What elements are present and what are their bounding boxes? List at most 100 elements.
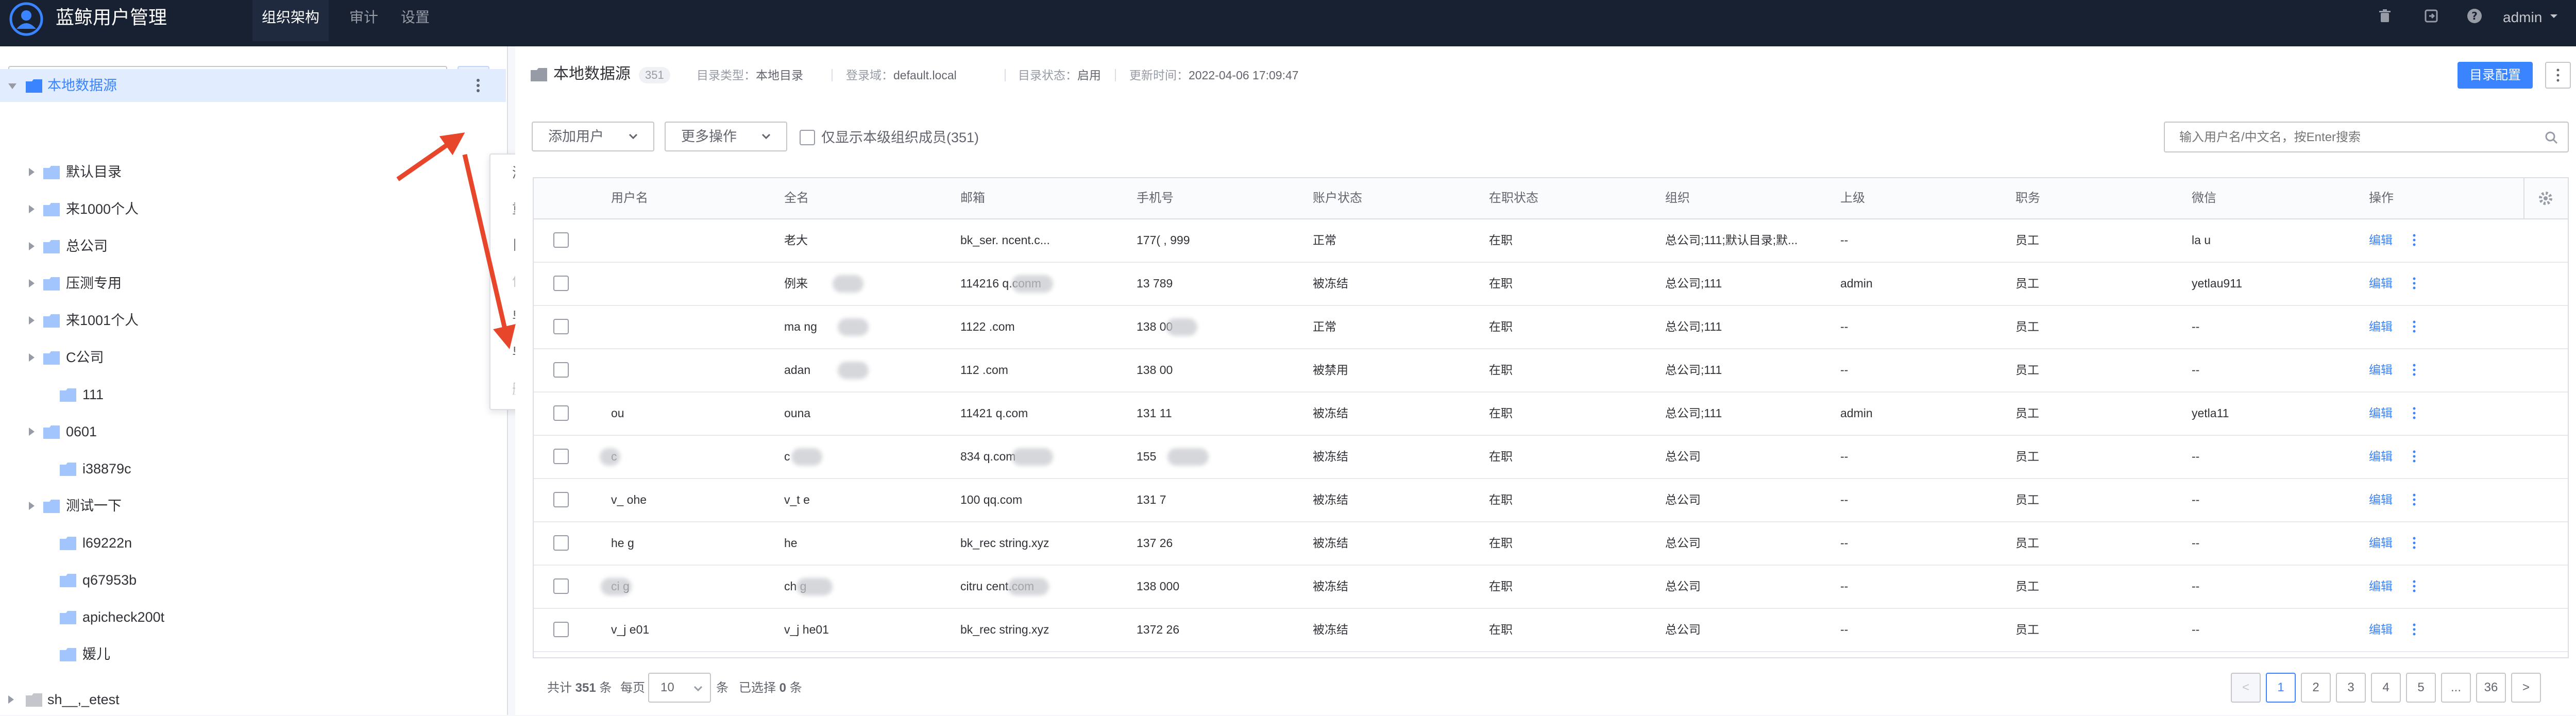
user-search-box[interactable] <box>2164 122 2569 152</box>
per-page-select[interactable]: 10 <box>648 673 711 703</box>
expand-arrow-icon[interactable] <box>29 502 35 510</box>
selected-count-text: 已选择 0 条 <box>739 678 802 698</box>
add-user-button[interactable]: 添加用户 <box>532 122 654 151</box>
edit-link[interactable]: 编辑 <box>2369 391 2393 435</box>
table-settings-button[interactable] <box>2523 178 2568 218</box>
more-vertical-icon[interactable] <box>469 76 487 95</box>
nav-tab-settings[interactable]: 设置 <box>401 5 430 30</box>
tree-node[interactable]: 来1001个人 <box>0 304 506 337</box>
cell-phone: 131 7 <box>1137 493 1166 506</box>
nav-tab-org-structure[interactable]: 组织架构 <box>252 0 329 41</box>
row-checkbox[interactable] <box>553 492 569 507</box>
more-vertical-icon[interactable] <box>2409 275 2419 292</box>
tree-node[interactable]: 总公司 <box>0 230 506 263</box>
row-checkbox[interactable] <box>553 622 569 637</box>
help-icon[interactable]: ? <box>2466 7 2483 25</box>
cell-email: bk_rec string.xyz <box>960 623 1049 636</box>
table-row[interactable]: cc834 q.com155被冻结在职总公司--员工--编辑 <box>534 435 2568 479</box>
header-more-button[interactable] <box>2545 62 2571 89</box>
nav-tab-audit[interactable]: 审计 <box>349 5 378 30</box>
table-row[interactable]: 老大 bk_ser. ncent.c... 177( , 999 正常 在职 总公司;11… <box>534 218 2568 263</box>
page-button[interactable]: 4 <box>2371 673 2401 703</box>
row-checkbox[interactable] <box>553 319 569 334</box>
more-vertical-icon[interactable] <box>2409 448 2419 465</box>
more-vertical-icon[interactable] <box>2409 578 2419 594</box>
tree-node[interactable]: 压测专用 <box>0 267 506 300</box>
datasource-header <box>515 46 2576 104</box>
edit-link[interactable]: 编辑 <box>2369 348 2393 391</box>
tree-node[interactable]: 0601 <box>0 415 506 448</box>
more-vertical-icon[interactable] <box>2409 621 2419 638</box>
page-button[interactable]: 5 <box>2406 673 2436 703</box>
expand-arrow-icon[interactable] <box>29 279 35 287</box>
trash-icon[interactable] <box>2376 7 2394 25</box>
page-button[interactable]: ... <box>2441 673 2471 703</box>
export-icon[interactable] <box>2422 7 2440 25</box>
table-row[interactable]: v_ ohe v_t e 100 qq.com 131 7 被冻结 在职 总公司 -- 员工 --… <box>534 478 2568 522</box>
cell-wechat: la u <box>2192 233 2211 247</box>
only-current-level-checkbox[interactable] <box>800 130 815 145</box>
tree-node[interactable]: 测试一下 <box>0 489 506 522</box>
cell-employment: 在职 <box>1489 363 1513 377</box>
tree-node-local-datasource[interactable]: 本地数据源 <box>0 69 506 102</box>
expand-arrow-icon[interactable] <box>8 695 14 704</box>
expand-arrow-icon[interactable] <box>29 428 35 436</box>
user-search-input[interactable] <box>2178 123 2531 152</box>
tree-node-label: i38879c <box>82 461 131 476</box>
next-page-button[interactable]: > <box>2511 673 2541 703</box>
expand-arrow-icon[interactable] <box>29 242 35 250</box>
prev-page-button[interactable]: < <box>2231 673 2261 703</box>
edit-link[interactable]: 编辑 <box>2369 218 2393 262</box>
expand-arrow-icon[interactable] <box>29 316 35 325</box>
row-checkbox[interactable] <box>553 535 569 551</box>
more-vertical-icon[interactable] <box>2409 491 2419 508</box>
more-actions-button[interactable]: 更多操作 <box>665 122 787 151</box>
expand-arrow-icon[interactable] <box>29 205 35 213</box>
edit-link[interactable]: 编辑 <box>2369 565 2393 608</box>
table-row[interactable]: v_j e01 v_j he01 bk_rec string.xyz 1372 26 被… <box>534 608 2568 652</box>
edit-link[interactable]: 编辑 <box>2369 262 2393 305</box>
edit-link[interactable]: 编辑 <box>2369 608 2393 651</box>
tree-node-root[interactable]: sh__,_etest <box>0 683 506 716</box>
edit-link[interactable]: 编辑 <box>2369 521 2393 565</box>
more-vertical-icon[interactable] <box>2409 362 2419 378</box>
edit-link[interactable]: 编辑 <box>2369 435 2393 478</box>
tree-node[interactable]: C公司 <box>0 341 506 374</box>
tree-node[interactable]: l69222n <box>0 526 506 559</box>
table-row[interactable]: ou ouna 11421 q.com 131 11 被冻结 在职 总公司;111 admin… <box>534 391 2568 436</box>
table-row[interactable]: he g he bk_rec string.xyz 137 26 被冻结 在职 总公司 -- 员… <box>534 521 2568 566</box>
caret-down-icon[interactable] <box>2549 13 2558 20</box>
tree-node[interactable]: q67953b <box>0 564 506 596</box>
folder-icon <box>60 574 76 587</box>
tree-node[interactable]: 来1000个人 <box>0 193 506 226</box>
row-checkbox[interactable] <box>553 578 569 594</box>
row-checkbox[interactable] <box>553 405 569 421</box>
more-vertical-icon[interactable] <box>2409 232 2419 248</box>
page-button[interactable]: 2 <box>2301 673 2331 703</box>
tree-node[interactable]: 媛儿 <box>0 638 506 671</box>
tree-node[interactable]: i38879c <box>0 452 506 485</box>
expand-arrow-icon[interactable] <box>29 353 35 362</box>
user-menu[interactable]: admin <box>2503 5 2542 30</box>
row-checkbox[interactable] <box>553 232 569 248</box>
row-checkbox[interactable] <box>553 276 569 291</box>
tree-node[interactable]: 111 <box>0 378 506 411</box>
more-vertical-icon[interactable] <box>2409 318 2419 335</box>
privacy-blur <box>791 448 822 466</box>
edit-link[interactable]: 编辑 <box>2369 305 2393 348</box>
expand-arrow-icon[interactable] <box>29 168 35 176</box>
collapse-arrow-icon[interactable] <box>8 83 16 89</box>
edit-link[interactable]: 编辑 <box>2369 478 2393 521</box>
row-checkbox[interactable] <box>553 362 569 378</box>
dir-config-button[interactable]: 目录配置 <box>2458 62 2533 89</box>
table-row[interactable]: ci gch gcitru cent.com138 000被冻结在职总公司--员… <box>534 565 2568 609</box>
tree-node[interactable]: apicheck200t <box>0 601 506 634</box>
more-vertical-icon[interactable] <box>2409 535 2419 551</box>
tree-node[interactable]: 默认目录 <box>0 156 506 189</box>
page-button[interactable]: 36 <box>2476 673 2506 703</box>
more-vertical-icon[interactable] <box>2409 405 2419 421</box>
page-button[interactable]: 1 <box>2266 673 2296 703</box>
row-checkbox[interactable] <box>553 449 569 464</box>
page-button[interactable]: 3 <box>2336 673 2366 703</box>
cell-employment: 在职 <box>1489 320 1513 333</box>
